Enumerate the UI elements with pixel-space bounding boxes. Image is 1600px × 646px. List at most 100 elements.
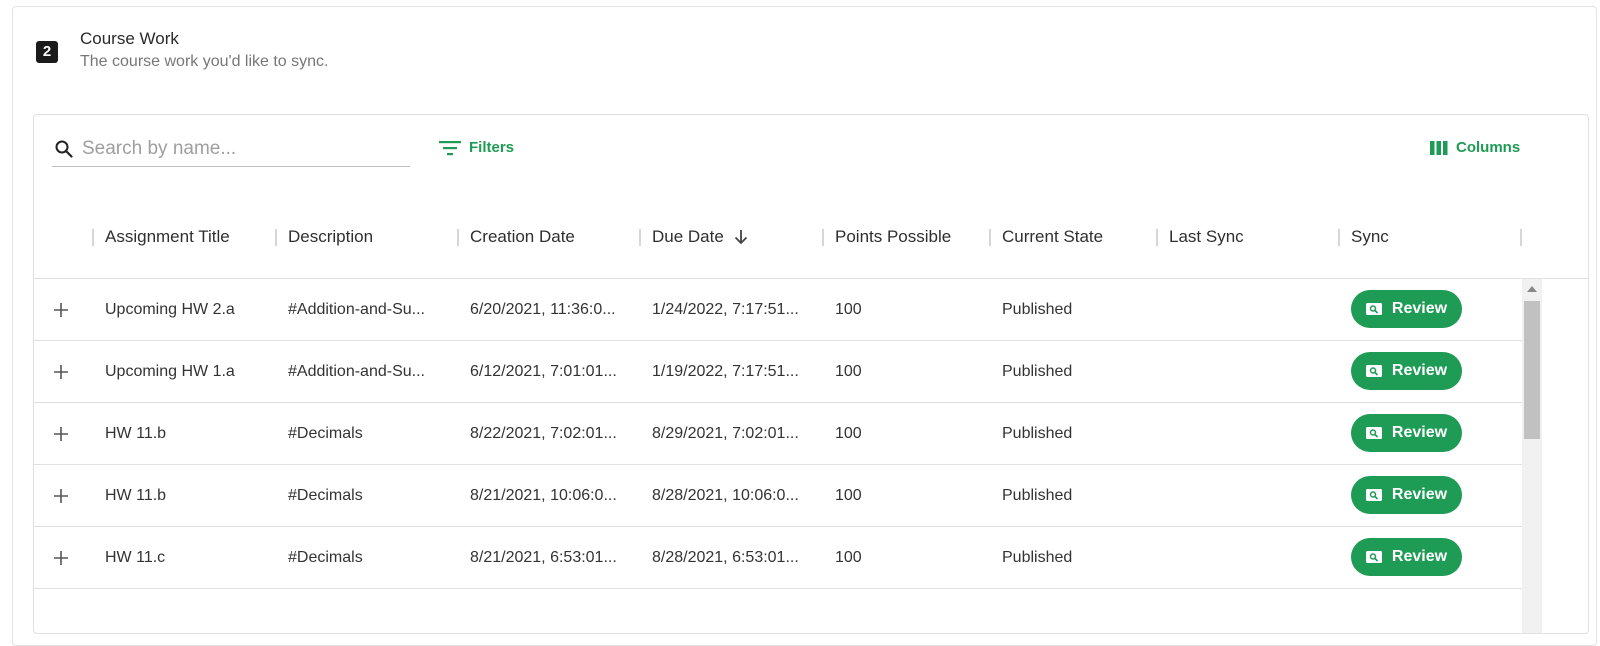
- magnifier-doc-icon: [1365, 427, 1382, 439]
- cell-last-sync: [1169, 527, 1329, 588]
- cell-description: #Decimals: [288, 486, 363, 504]
- filter-lines-icon: [439, 140, 461, 155]
- expand-row-button[interactable]: [54, 527, 68, 588]
- cell-creation-date: 8/21/2021, 6:53:01...: [470, 548, 617, 566]
- table-row[interactable]: HW 11.c #Decimals 8/21/2021, 6:53:01... …: [34, 527, 1534, 589]
- column-separator[interactable]: [1338, 229, 1340, 246]
- review-button[interactable]: Review: [1351, 414, 1462, 452]
- cell-assignment-title: HW 11.c: [105, 548, 166, 566]
- cell-current-state: Published: [1002, 548, 1073, 566]
- cell-creation-date: 8/22/2021, 7:02:01...: [470, 424, 617, 442]
- column-separator[interactable]: [275, 229, 277, 246]
- magnifier-doc-icon: [1365, 489, 1382, 501]
- arrow-down-icon: [734, 230, 747, 245]
- plus-icon: [54, 364, 68, 379]
- cell-assignment-title: Upcoming HW 1.a: [105, 362, 235, 380]
- cell-creation-date: 6/20/2021, 11:36:0...: [470, 300, 616, 318]
- search-icon: [55, 140, 73, 158]
- header-due-date-label: Due Date: [652, 227, 724, 246]
- cell-points-possible: 100: [835, 548, 862, 566]
- course-work-card: 2 Course Work The course work you'd like…: [12, 6, 1597, 646]
- review-button[interactable]: Review: [1351, 538, 1462, 576]
- header-description[interactable]: Description: [288, 195, 373, 279]
- columns-icon: [1430, 140, 1448, 155]
- magnifier-doc-icon: [1365, 551, 1382, 563]
- review-label: Review: [1391, 300, 1448, 317]
- cell-description: #Addition-and-Su...: [288, 362, 425, 380]
- cell-points-possible: 100: [835, 362, 862, 380]
- column-separator[interactable]: [989, 229, 991, 246]
- header-due-date[interactable]: Due Date: [652, 195, 748, 279]
- table-row[interactable]: HW 11.b #Decimals 8/21/2021, 10:06:0... …: [34, 465, 1534, 527]
- cell-current-state: Published: [1002, 486, 1073, 504]
- review-button[interactable]: Review: [1351, 352, 1462, 390]
- cell-assignment-title: Upcoming HW 2.a: [105, 300, 235, 318]
- column-separator[interactable]: [639, 229, 641, 246]
- cell-due-date: 1/19/2022, 7:17:51...: [652, 362, 799, 380]
- cell-description: #Decimals: [288, 548, 363, 566]
- cell-assignment-title: HW 11.b: [105, 424, 167, 442]
- expand-row-button[interactable]: [54, 341, 68, 402]
- section-title: Course Work: [80, 29, 179, 48]
- cell-due-date: 8/28/2021, 6:53:01...: [652, 548, 799, 566]
- header-assignment-title[interactable]: Assignment Title: [105, 195, 230, 279]
- cell-description: #Addition-and-Su...: [288, 300, 425, 318]
- filters-label: Filters: [469, 139, 515, 156]
- header-current-state[interactable]: Current State: [1002, 195, 1103, 279]
- column-separator[interactable]: [1520, 229, 1522, 246]
- header-creation-date[interactable]: Creation Date: [470, 195, 575, 279]
- review-button[interactable]: Review: [1351, 290, 1462, 328]
- header-last-sync[interactable]: Last Sync: [1169, 195, 1244, 279]
- section-subtitle: The course work you'd like to sync.: [80, 53, 329, 70]
- review-label: Review: [1391, 548, 1448, 565]
- cell-current-state: Published: [1002, 424, 1073, 442]
- scroll-up-arrow-icon[interactable]: [1527, 286, 1537, 292]
- column-separator[interactable]: [92, 229, 94, 246]
- vertical-scrollbar[interactable]: [1522, 279, 1542, 633]
- column-separator[interactable]: [1156, 229, 1158, 246]
- review-label: Review: [1391, 424, 1448, 441]
- cell-assignment-title: HW 11.b: [105, 486, 167, 504]
- filters-button[interactable]: Filters: [439, 139, 514, 156]
- cell-description: #Decimals: [288, 424, 363, 442]
- table-row[interactable]: Upcoming HW 2.a #Addition-and-Su... 6/20…: [34, 279, 1534, 341]
- search-box[interactable]: [52, 131, 410, 167]
- cell-due-date: 1/24/2022, 7:17:51...: [652, 300, 799, 318]
- plus-icon: [54, 302, 68, 317]
- cell-creation-date: 8/21/2021, 10:06:0...: [470, 486, 617, 504]
- expand-row-button[interactable]: [54, 465, 68, 526]
- header-sync[interactable]: Sync: [1351, 195, 1389, 279]
- cell-due-date: 8/28/2021, 10:06:0...: [652, 486, 799, 504]
- scrollbar-thumb[interactable]: [1524, 301, 1540, 439]
- review-label: Review: [1391, 486, 1448, 503]
- cell-creation-date: 6/12/2021, 7:01:01...: [470, 362, 617, 380]
- plus-icon: [54, 488, 68, 503]
- cell-last-sync: [1169, 403, 1329, 464]
- cell-current-state: Published: [1002, 300, 1073, 318]
- cell-due-date: 8/29/2021, 7:02:01...: [652, 424, 799, 442]
- columns-button[interactable]: Columns: [1430, 139, 1520, 156]
- cell-last-sync: [1169, 341, 1329, 402]
- header-points-possible[interactable]: Points Possible: [835, 195, 951, 279]
- expand-row-button[interactable]: [54, 403, 68, 464]
- review-label: Review: [1391, 362, 1448, 379]
- table-row[interactable]: Upcoming HW 1.a #Addition-and-Su... 6/12…: [34, 341, 1534, 403]
- step-number-badge: 2: [36, 41, 58, 63]
- search-input[interactable]: [80, 135, 404, 163]
- column-separator[interactable]: [822, 229, 824, 246]
- review-button[interactable]: Review: [1351, 476, 1462, 514]
- columns-label: Columns: [1456, 139, 1521, 156]
- cell-last-sync: [1169, 279, 1329, 340]
- column-header-row: Assignment Title Description Creation Da…: [34, 195, 1588, 279]
- cell-points-possible: 100: [835, 300, 862, 318]
- cell-points-possible: 100: [835, 486, 862, 504]
- expand-row-button[interactable]: [54, 279, 68, 340]
- column-separator[interactable]: [457, 229, 459, 246]
- table-row[interactable]: HW 11.b #Decimals 8/22/2021, 7:02:01... …: [34, 403, 1534, 465]
- cell-points-possible: 100: [835, 424, 862, 442]
- course-work-grid: Filters Columns Assignment Title Descrip…: [33, 114, 1589, 634]
- magnifier-doc-icon: [1365, 303, 1382, 315]
- plus-icon: [54, 426, 68, 441]
- cell-current-state: Published: [1002, 362, 1073, 380]
- plus-icon: [54, 550, 68, 565]
